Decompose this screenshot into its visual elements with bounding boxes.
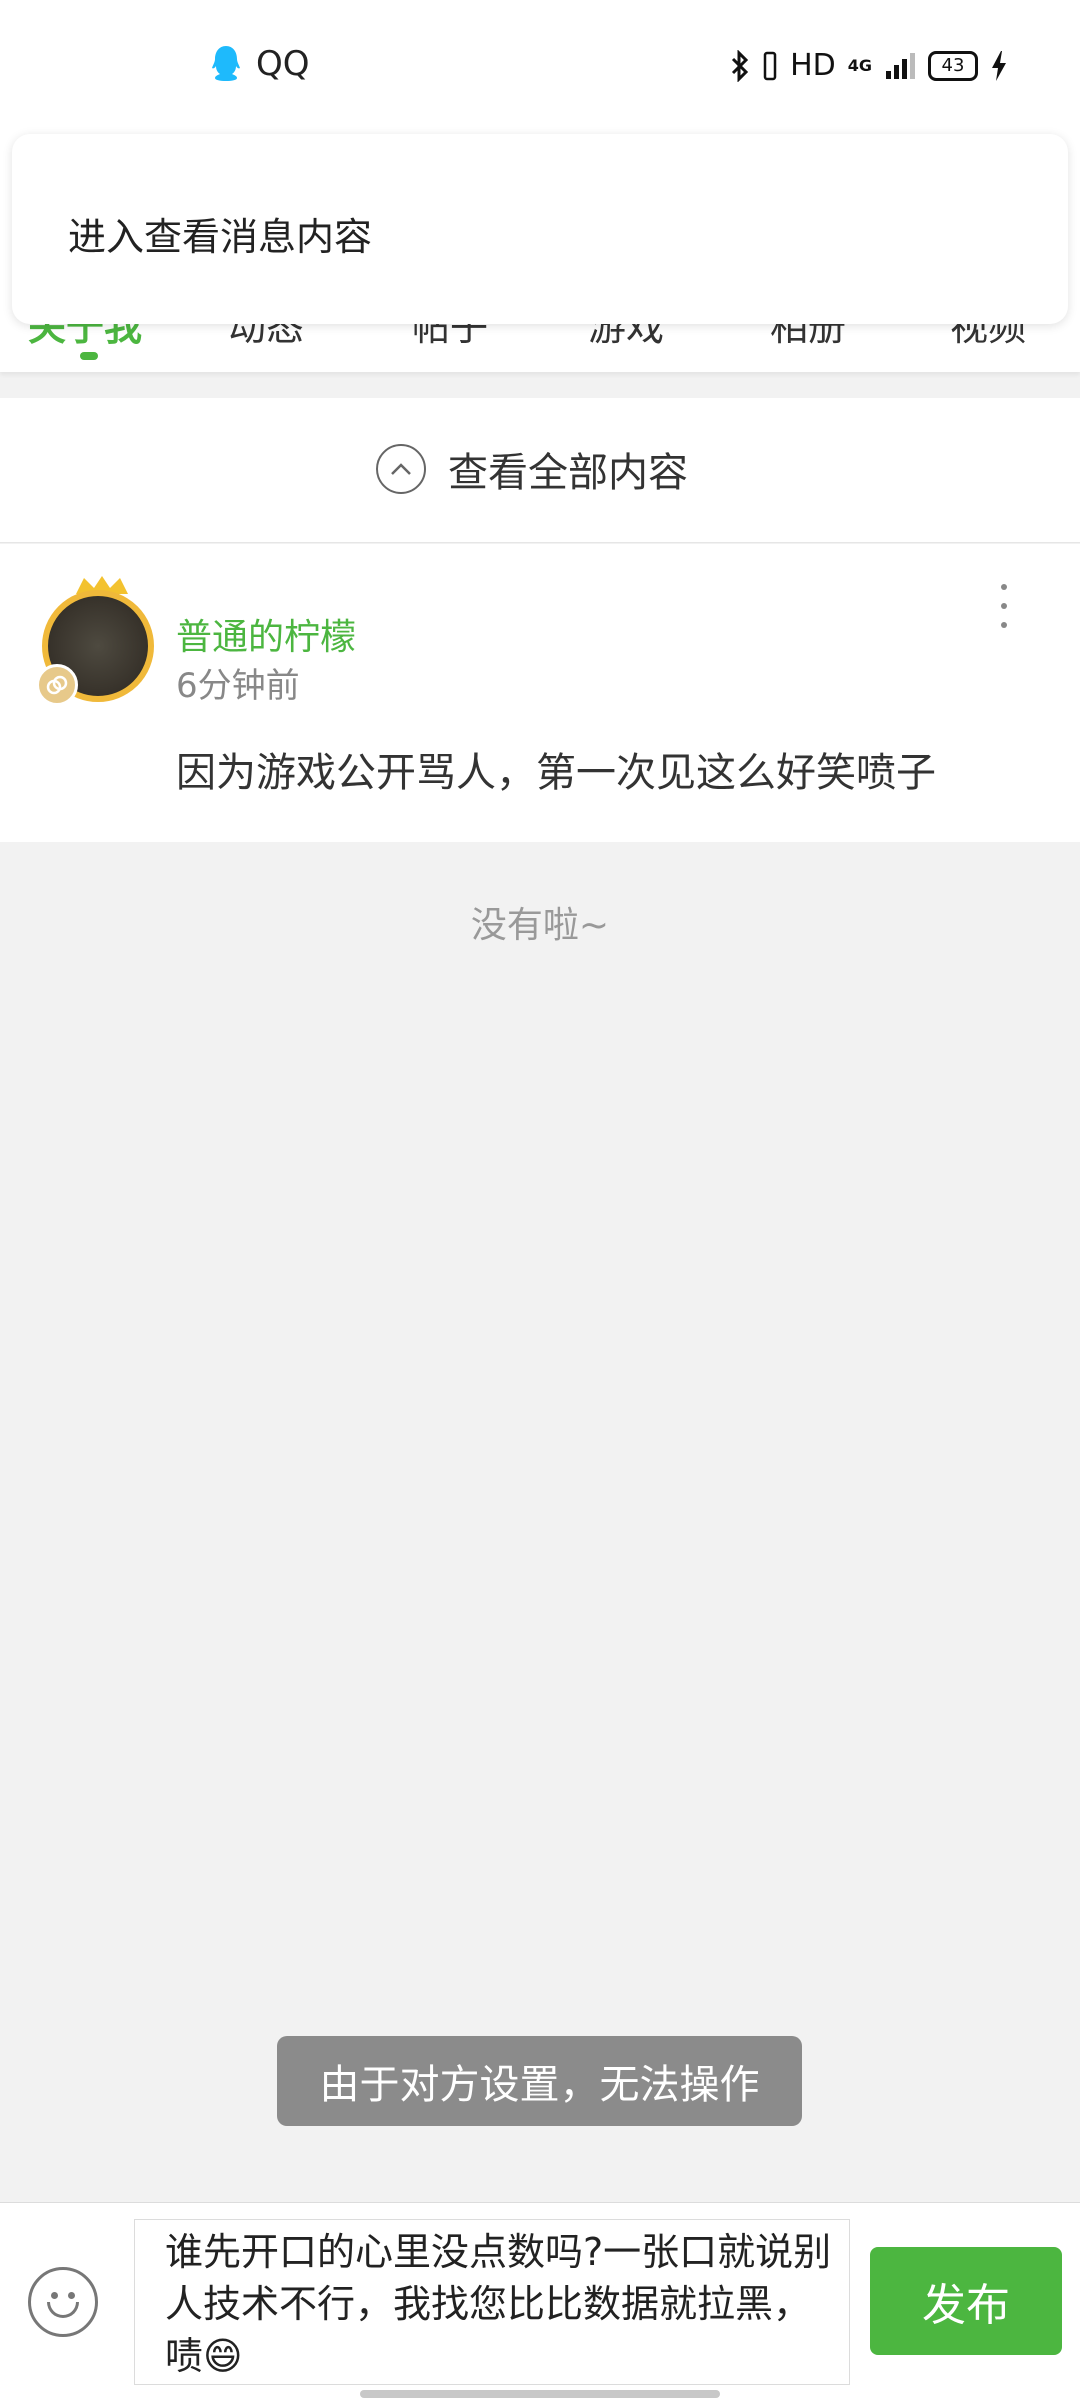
feed-end-text: 没有啦~ (470, 905, 610, 946)
publish-button[interactable]: 发布 (870, 2247, 1062, 2355)
chevron-up-circle-icon (376, 444, 426, 494)
bluetooth-icon (732, 49, 749, 82)
comment-input[interactable]: 谁先开口的心里没点数吗?一张口就说别人技术不行，我找您比比数据就拉黑，啧😄 (134, 2219, 850, 2385)
toast-message: 由于对方设置，无法操作 (277, 2036, 802, 2126)
status-bar: QQ HD 4G 43 (0, 0, 1080, 136)
qq-penguin-icon (212, 46, 240, 81)
battery-indicator: 43 (928, 50, 978, 81)
post-time: 6分钟前 (176, 666, 300, 706)
notification-popup[interactable]: 进入查看消息内容 (12, 134, 1068, 324)
active-tab-indicator (80, 352, 98, 360)
network-hd-label: HD (790, 48, 836, 83)
status-bar-app: QQ (208, 44, 310, 84)
level-badge-icon (36, 664, 78, 706)
view-all-bar[interactable]: 查看全部内容 (0, 398, 1080, 543)
battery-level: 43 (941, 55, 965, 76)
home-indicator[interactable] (360, 2390, 720, 2398)
post-content: 因为游戏公开骂人，第一次见这么好笑喷子 (176, 750, 936, 796)
post-username[interactable]: 普通的柠檬 (176, 608, 356, 660)
status-indicators: HD 4G 43 (730, 48, 1008, 83)
more-options-icon[interactable] (998, 584, 1010, 628)
avatar[interactable] (36, 574, 166, 706)
signal-4g-label: 4G (847, 56, 872, 75)
emoji-icon[interactable] (28, 2267, 98, 2337)
vibrate-icon (763, 51, 777, 80)
notification-text: 进入查看消息内容 (68, 215, 373, 259)
post-card: 普通的柠檬 6分钟前 因为游戏公开骂人，第一次见这么好笑喷子 (0, 544, 1080, 842)
view-all-label: 查看全部内容 (448, 450, 688, 496)
status-app-name: QQ (256, 44, 310, 84)
view-all-button[interactable]: 查看全部内容 (376, 440, 688, 498)
signal-strength-icon (886, 52, 915, 79)
charging-bolt-icon (992, 50, 1006, 81)
comment-composer: 谁先开口的心里没点数吗?一张口就说别人技术不行，我找您比比数据就拉黑，啧😄 发布 (0, 2202, 1080, 2401)
comment-input-text: 谁先开口的心里没点数吗?一张口就说别人技术不行，我找您比比数据就拉黑，啧😄 (165, 2230, 832, 2378)
